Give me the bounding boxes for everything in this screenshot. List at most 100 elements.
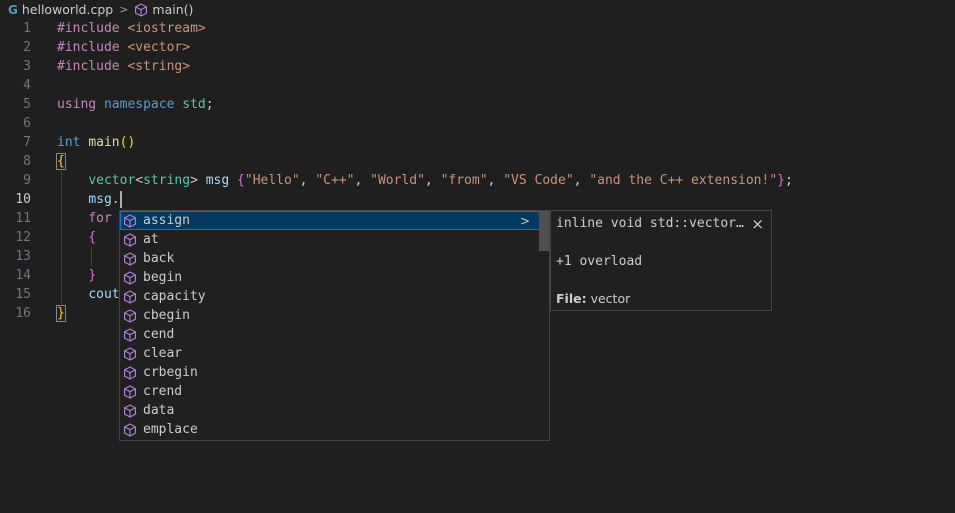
suggestion-item[interactable]: capacity bbox=[120, 287, 540, 306]
code-line[interactable]: 2 #include <vector> bbox=[0, 38, 955, 57]
code-token: <vector> bbox=[127, 40, 191, 55]
code-token: for bbox=[88, 211, 112, 226]
code-token: { bbox=[88, 230, 97, 245]
suggestion-label: crbegin bbox=[143, 365, 198, 380]
breadcrumb-symbol[interactable]: main() bbox=[152, 2, 193, 17]
suggestion-label: clear bbox=[143, 346, 183, 361]
code-token: msg bbox=[205, 173, 238, 188]
code-token: #include bbox=[57, 59, 128, 74]
line-number: 10 bbox=[15, 192, 31, 207]
breadcrumb-file[interactable]: helloworld.cpp bbox=[22, 2, 113, 17]
line-number: 6 bbox=[23, 116, 31, 131]
code-token: } bbox=[56, 305, 66, 322]
line-number: 12 bbox=[15, 230, 31, 245]
suggestion-item[interactable]: back bbox=[120, 249, 540, 268]
code-token: { bbox=[237, 173, 245, 188]
code-line[interactable]: 8{ bbox=[0, 152, 955, 171]
method-cube-icon bbox=[123, 214, 137, 228]
method-cube-icon bbox=[123, 404, 137, 418]
code-line[interactable]: 6 bbox=[0, 114, 955, 133]
suggestion-item[interactable]: cend bbox=[120, 325, 540, 344]
breadcrumb: G helloworld.cpp > main() bbox=[0, 0, 955, 19]
method-cube-icon bbox=[123, 328, 137, 342]
suggestion-label: begin bbox=[143, 270, 183, 285]
code-text: #include <string> bbox=[57, 57, 190, 76]
code-text: using namespace std; bbox=[57, 95, 214, 114]
suggest-scrollbar[interactable] bbox=[539, 211, 549, 251]
line-number: 14 bbox=[15, 268, 31, 283]
code-token: using bbox=[57, 97, 104, 112]
suggestion-item[interactable]: emplace bbox=[120, 420, 540, 439]
line-number: 4 bbox=[23, 78, 31, 93]
line-number: 9 bbox=[23, 173, 31, 188]
code-token: #include bbox=[57, 40, 128, 55]
method-cube-icon bbox=[123, 271, 137, 285]
code-token: } bbox=[88, 268, 97, 283]
suggestion-item[interactable]: clear bbox=[120, 344, 540, 363]
code-token: "VS Code" bbox=[503, 173, 574, 188]
line-number: 7 bbox=[23, 135, 31, 150]
code-text: msg. bbox=[57, 190, 122, 209]
suggestion-item[interactable]: at bbox=[120, 230, 540, 249]
suggest-widget[interactable]: assign > at back begin capacity cbegin cend clea… bbox=[119, 210, 550, 441]
code-token: "World" bbox=[370, 173, 425, 188]
code-line[interactable]: 9 vector<string> msg {"Hello", "C++", "W… bbox=[0, 171, 955, 190]
code-token: , bbox=[573, 173, 590, 188]
method-cube-icon bbox=[123, 233, 137, 247]
suggestion-label: capacity bbox=[143, 289, 206, 304]
method-cube-icon bbox=[134, 3, 148, 17]
code-token: . bbox=[111, 192, 120, 207]
breadcrumb-separator: > bbox=[119, 3, 129, 16]
suggestion-label: emplace bbox=[143, 422, 198, 437]
code-line[interactable]: 7 int main() bbox=[0, 133, 955, 152]
suggestion-label: back bbox=[143, 251, 175, 266]
code-token: <iostream> bbox=[127, 21, 206, 36]
method-cube-icon bbox=[123, 309, 137, 323]
cpp-file-icon: G bbox=[8, 2, 18, 17]
code-token: "from" bbox=[440, 173, 488, 188]
suggestion-label: cbegin bbox=[143, 308, 190, 323]
code-line[interactable]: 10 msg. bbox=[0, 190, 955, 209]
code-token: ; bbox=[205, 97, 214, 112]
text-cursor bbox=[119, 191, 122, 208]
suggestion-item[interactable]: data bbox=[120, 401, 540, 420]
suggestion-item[interactable]: crbegin bbox=[120, 363, 540, 382]
code-token: #include bbox=[57, 21, 128, 36]
code-token: <string> bbox=[127, 59, 191, 74]
suggestion-label: data bbox=[143, 403, 175, 418]
code-text: int main() bbox=[57, 133, 135, 152]
code-token: main bbox=[88, 135, 120, 150]
suggestion-label: assign bbox=[143, 213, 190, 228]
suggestion-item[interactable]: cbegin bbox=[120, 306, 540, 325]
method-cube-icon bbox=[123, 252, 137, 266]
code-line[interactable]: 5 using namespace std; bbox=[0, 95, 955, 114]
code-token: () bbox=[119, 135, 136, 150]
code-token: vector bbox=[88, 173, 136, 188]
code-text: #include <vector> bbox=[57, 38, 190, 57]
method-cube-icon bbox=[123, 423, 137, 437]
suggestion-item[interactable]: assign > bbox=[120, 211, 540, 230]
close-icon[interactable]: × bbox=[751, 215, 764, 233]
code-line[interactable]: 4 bbox=[0, 76, 955, 95]
code-line[interactable]: 1 #include <iostream> bbox=[0, 19, 955, 38]
code-token: "and the C++ extension!" bbox=[589, 173, 778, 188]
suggest-details-panel: inline void std::vector… × +1 overload F… bbox=[550, 210, 772, 311]
line-number: 8 bbox=[23, 154, 31, 169]
suggestion-item[interactable]: crend bbox=[120, 382, 540, 401]
code-line[interactable]: 3 #include <string> bbox=[0, 57, 955, 76]
method-cube-icon bbox=[123, 290, 137, 304]
code-token: , bbox=[424, 173, 441, 188]
chevron-right-icon[interactable]: > bbox=[520, 214, 530, 228]
code-token: "Hello" bbox=[244, 173, 300, 188]
suggestion-label: at bbox=[143, 232, 159, 247]
code-text: } bbox=[57, 266, 96, 285]
line-number: 3 bbox=[23, 59, 31, 74]
suggestion-label: cend bbox=[143, 327, 175, 342]
suggestion-item[interactable]: begin bbox=[120, 268, 540, 287]
details-file: File: vector bbox=[556, 291, 630, 306]
